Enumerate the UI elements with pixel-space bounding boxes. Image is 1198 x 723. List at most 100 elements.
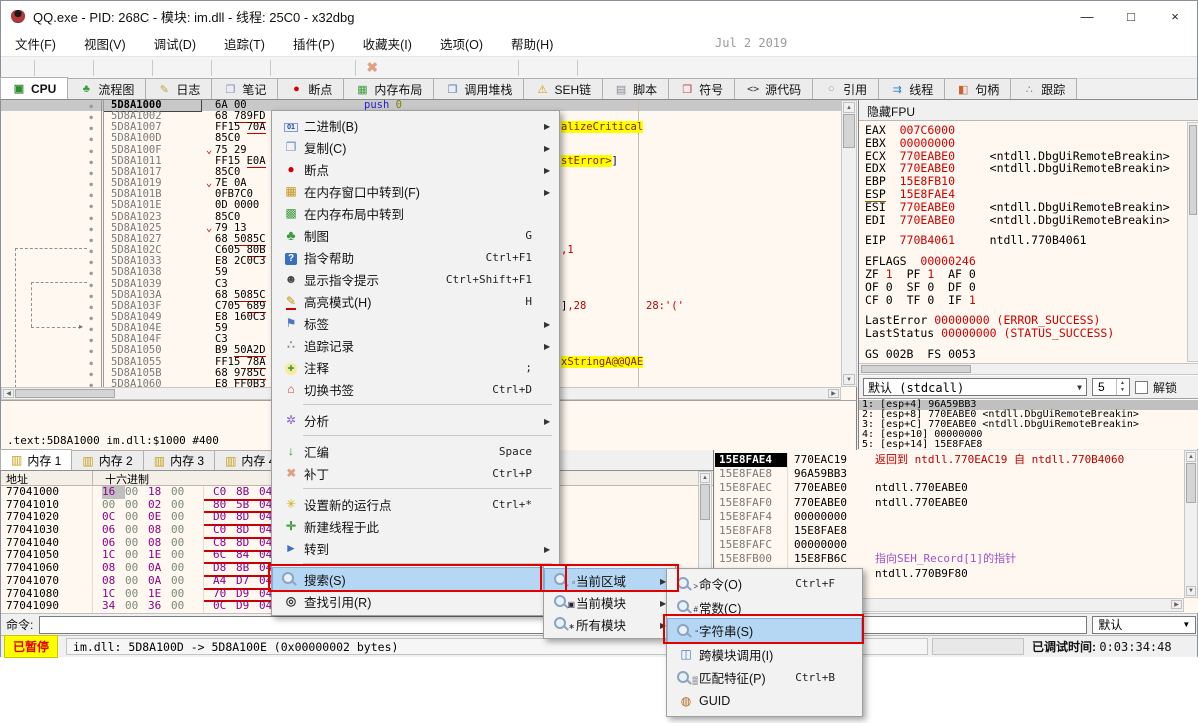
- context-menu-item[interactable]: 设置新的运行点 Ctrl+*: [273, 493, 558, 515]
- command-profile-select[interactable]: 默认 ▼: [1092, 616, 1196, 634]
- breakpoint-gutter[interactable]: [1, 234, 104, 245]
- animate-over-icon[interactable]: [241, 58, 267, 78]
- context-menu-item[interactable]: 复制(C): [273, 136, 558, 158]
- bookmarks-icon[interactable]: [437, 58, 463, 78]
- breakpoint-gutter[interactable]: [1, 133, 104, 144]
- context-menu-item[interactable]: 注释 ;: [273, 356, 558, 378]
- breakpoint-gutter[interactable]: [1, 200, 104, 211]
- context-menu-item[interactable]: 高亮模式(H) H: [273, 290, 558, 312]
- submenu-item[interactable]: > 命令(O) Ctrl+F: [668, 572, 861, 596]
- unlock-checkbox[interactable]: [1135, 381, 1148, 394]
- step-over-icon[interactable]: [182, 58, 208, 78]
- breakpoint-gutter[interactable]: [1, 368, 104, 379]
- stack-row[interactable]: 15E8FAF8 15E8FAE8: [715, 524, 1183, 538]
- context-menu-item[interactable]: 转到: [273, 537, 558, 559]
- execute-till-return-icon[interactable]: [274, 58, 300, 78]
- breakpoint-gutter[interactable]: [1, 279, 104, 290]
- restart-icon[interactable]: [38, 58, 64, 78]
- registers-horizontal-scrollbar[interactable]: [859, 363, 1198, 375]
- breakpoint-gutter[interactable]: [1, 357, 104, 368]
- view-tab[interactable]: 内存布局: [343, 78, 434, 99]
- patch-icon[interactable]: [359, 58, 385, 78]
- context-menu-item[interactable]: 显示指令提示 Ctrl+Shift+F1: [273, 268, 558, 290]
- breakpoint-gutter[interactable]: [1, 256, 104, 267]
- minimize-button[interactable]: —: [1065, 1, 1109, 31]
- breakpoint-gutter[interactable]: [1, 290, 104, 301]
- stack-row[interactable]: 15E8FAEC 770EABE0 ntdll.770EABE0: [715, 481, 1183, 495]
- register-line[interactable]: EDI 770EABE0 <ntdll.DbgUiRemoteBreakin>: [865, 214, 1185, 227]
- context-menu-item[interactable]: [273, 484, 558, 493]
- dump-tab[interactable]: 内存 1: [0, 449, 72, 470]
- view-tab[interactable]: SEH链: [523, 78, 603, 99]
- view-tab[interactable]: 脚本: [602, 78, 669, 99]
- view-tab[interactable]: 引用: [812, 78, 879, 99]
- registers-vertical-scrollbar[interactable]: [1187, 122, 1198, 362]
- view-tab[interactable]: 句柄: [944, 78, 1011, 99]
- breakpoint-gutter[interactable]: [1, 323, 104, 334]
- submenu-item[interactable]: “ 字符串(S): [668, 619, 861, 643]
- context-menu-item[interactable]: [273, 559, 558, 568]
- menubar-item[interactable]: 选项(O): [426, 31, 497, 56]
- menubar-item[interactable]: 插件(P): [279, 31, 349, 56]
- menubar-item[interactable]: 视图(V): [70, 31, 140, 56]
- context-menu-item[interactable]: 汇编 Space: [273, 440, 558, 462]
- calling-convention-select[interactable]: 默认 (stdcall) ▼: [863, 378, 1087, 396]
- breakpoint-gutter[interactable]: [1, 122, 104, 133]
- breakpoint-gutter[interactable]: [1, 145, 104, 156]
- maximize-button[interactable]: □: [1109, 1, 1153, 31]
- stack-row[interactable]: 15E8FAFC 00000000: [715, 538, 1183, 552]
- breakpoint-gutter[interactable]: [1, 379, 104, 387]
- run-to-user-code-icon[interactable]: [300, 58, 326, 78]
- menubar-item[interactable]: 文件(F): [1, 31, 70, 56]
- close-button[interactable]: ×: [1153, 1, 1197, 31]
- argument-row[interactable]: 5: [esp+14] 15E8FAE8: [859, 440, 1198, 449]
- breakpoint-gutter[interactable]: [1, 178, 104, 189]
- context-menu-item[interactable]: 指令帮助 Ctrl+F1: [273, 246, 558, 268]
- view-tab[interactable]: 线程: [878, 78, 945, 99]
- submenu-item[interactable]: ▒ 匹配特征(P) Ctrl+B: [668, 666, 861, 690]
- context-menu-item[interactable]: 补丁 Ctrl+P: [273, 462, 558, 484]
- menubar-item[interactable]: 收藏夹(I): [349, 31, 426, 56]
- stepper-arrows-icon[interactable]: ▲▼: [1116, 379, 1128, 395]
- registers-panel[interactable]: 隐藏FPU EAX 007C6000EBX 00000000ECX 770EAB…: [858, 100, 1198, 449]
- context-menu-item[interactable]: 新建线程于此: [273, 515, 558, 537]
- labels-icon[interactable]: [411, 58, 437, 78]
- view-tab[interactable]: 跟踪: [1010, 78, 1077, 99]
- context-menu-item[interactable]: [273, 400, 558, 409]
- submenu-item[interactable]: ▫ 当前区域: [545, 569, 674, 591]
- argument-count-stepper[interactable]: 5 ▲▼: [1092, 378, 1130, 396]
- context-menu-item[interactable]: 切换书签 Ctrl+D: [273, 378, 558, 400]
- view-tab[interactable]: 符号: [668, 78, 735, 99]
- seh-icon[interactable]: [326, 58, 352, 78]
- breakpoint-gutter[interactable]: [1, 100, 104, 111]
- context-menu-item[interactable]: 在内存窗口中转到(F): [273, 180, 558, 202]
- submenu-item[interactable]: 跨模块调用(I): [668, 643, 861, 667]
- context-menu-item[interactable]: 分析: [273, 409, 558, 431]
- hide-fpu-button[interactable]: 隐藏FPU: [859, 100, 1198, 121]
- globe-icon[interactable]: [607, 58, 633, 78]
- open-file-icon[interactable]: [5, 58, 31, 78]
- view-tab[interactable]: 源代码: [734, 78, 813, 99]
- submenu-item[interactable]: ∗ 所有模块: [545, 613, 674, 635]
- register-line[interactable]: LastStatus 00000000 (STATUS_SUCCESS): [865, 327, 1185, 340]
- stack-row[interactable]: 15E8FAE4 770EAC19 返回到 ntdll.770EAC19 自 n…: [715, 453, 1183, 467]
- context-menu-item[interactable]: [273, 431, 558, 440]
- breakpoint-gutter[interactable]: [1, 245, 104, 256]
- modules-icon[interactable]: [548, 58, 574, 78]
- submenu-item[interactable]: # 常数(C): [668, 596, 861, 620]
- context-menu-item[interactable]: 二进制(B): [273, 114, 558, 136]
- register-line[interactable]: GS 002B FS 0053: [865, 348, 1185, 361]
- breakpoint-gutter[interactable]: [1, 212, 104, 223]
- breakpoint-gutter[interactable]: [1, 167, 104, 178]
- menubar-item[interactable]: 追踪(T): [210, 31, 279, 56]
- breakpoint-gutter[interactable]: [1, 111, 104, 122]
- pause-icon[interactable]: [123, 58, 149, 78]
- breakpoint-gutter[interactable]: [1, 345, 104, 356]
- context-menu-item[interactable]: 追踪记录: [273, 334, 558, 356]
- stack-row[interactable]: 15E8FAF4 00000000: [715, 510, 1183, 524]
- breakpoint-gutter[interactable]: [1, 267, 104, 278]
- breakpoint-gutter[interactable]: [1, 334, 104, 345]
- dump-tab[interactable]: 内存 3: [143, 450, 215, 470]
- submenu-item[interactable]: ▣ 当前模块: [545, 591, 674, 613]
- hash-icon[interactable]: [489, 58, 515, 78]
